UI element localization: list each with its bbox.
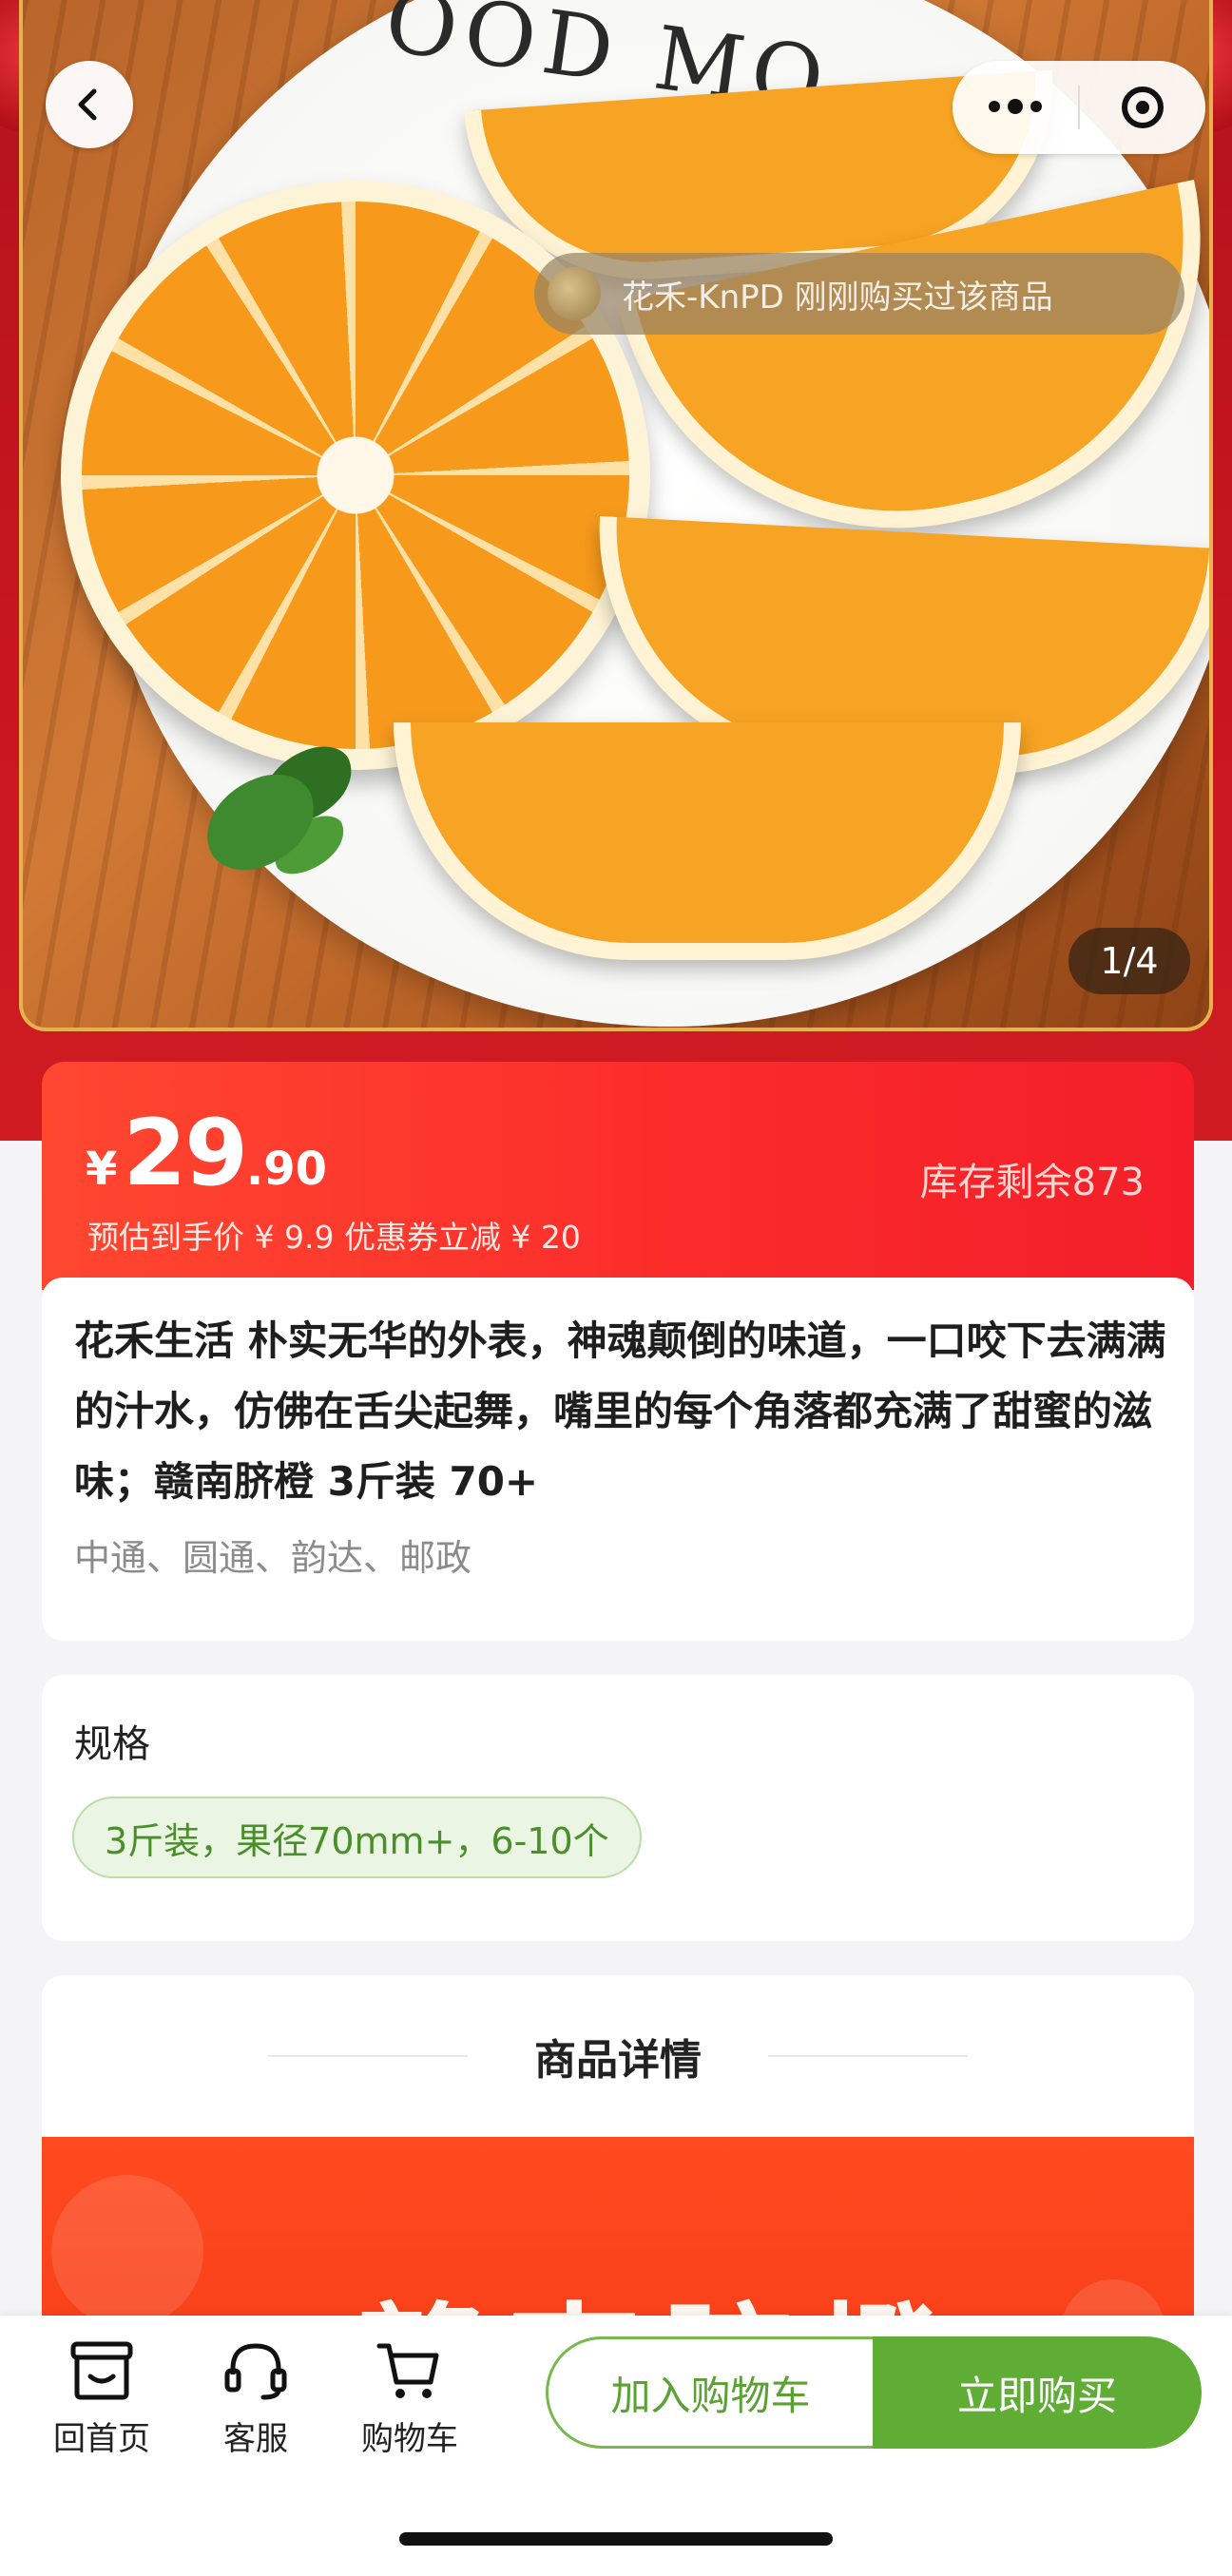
home-nav-button[interactable]: 回首页	[30, 2338, 173, 2459]
recent-purchase-toast: 花禾-KnPD 刚刚购买过该商品	[534, 253, 1184, 335]
price-band: ¥ 29 .90 预估到手价 ¥ 9.9 优惠券立减 ¥ 20 库存剩余873	[42, 1062, 1194, 1290]
add-to-cart-button[interactable]: 加入购物车	[546, 2336, 873, 2449]
cart-nav-button[interactable]: 购物车	[338, 2338, 481, 2459]
detail-title: 商品详情	[534, 2036, 702, 2085]
more-dots-icon	[989, 99, 1042, 114]
home-indicator[interactable]	[399, 2532, 833, 2546]
recent-purchase-text: 花禾-KnPD 刚刚购买过该商品	[622, 278, 1053, 317]
banner-bubble	[51, 2175, 203, 2327]
customer-service-button[interactable]: 客服	[184, 2338, 327, 2459]
cart-icon	[376, 2343, 439, 2398]
price-decimal: .90	[246, 1143, 328, 1196]
estimated-price: 预估到手价 ¥ 9.9 优惠券立减 ¥ 20	[87, 1219, 581, 1256]
price: ¥ 29 .90	[86, 1100, 327, 1206]
image-counter: 1/4	[1068, 928, 1190, 994]
back-button[interactable]	[46, 61, 133, 148]
product-gallery[interactable]: OOD MO 花禾-KnPD 刚刚购买过该商品 1/4	[0, 0, 1232, 1141]
mini-program-capsule	[953, 61, 1205, 154]
more-button[interactable]	[953, 61, 1078, 154]
product-info-card: 花禾生活 朴实无华的外表，神魂颠倒的味道，一口咬下去满满的汁水，仿佛在舌尖起舞，…	[42, 1278, 1194, 1641]
product-image[interactable]: OOD MO	[19, 0, 1213, 1031]
courier-list: 中通、圆通、韵达、邮政	[74, 1537, 472, 1579]
customer-service-label: 客服	[223, 2420, 288, 2458]
store-icon	[70, 2341, 133, 2400]
stock-remaining: 库存剩余873	[919, 1161, 1145, 1204]
spec-label: 规格	[74, 1722, 150, 1766]
avatar	[548, 267, 601, 320]
detail-header: 商品详情	[42, 1975, 1194, 2137]
price-integer: 29	[123, 1100, 248, 1206]
product-title: 花禾生活 朴实无华的外表，神魂颠倒的味道，一口咬下去满满的汁水，仿佛在舌尖起舞，…	[74, 1317, 1166, 1505]
headset-icon	[224, 2343, 287, 2400]
chevron-left-icon	[78, 88, 97, 121]
spec-card: 规格 3斤装，果径70mm+，6-10个	[42, 1675, 1194, 1941]
divider	[768, 2055, 968, 2057]
buy-now-button[interactable]: 立即购买	[873, 2336, 1202, 2449]
price-currency: ¥	[86, 1143, 118, 1196]
cart-nav-label: 购物车	[361, 2420, 458, 2458]
spec-option-selected[interactable]: 3斤装，果径70mm+，6-10个	[72, 1797, 642, 1878]
home-nav-label: 回首页	[53, 2420, 150, 2458]
divider	[268, 2055, 468, 2057]
close-button[interactable]	[1080, 61, 1205, 154]
target-circle-icon	[1122, 87, 1164, 128]
